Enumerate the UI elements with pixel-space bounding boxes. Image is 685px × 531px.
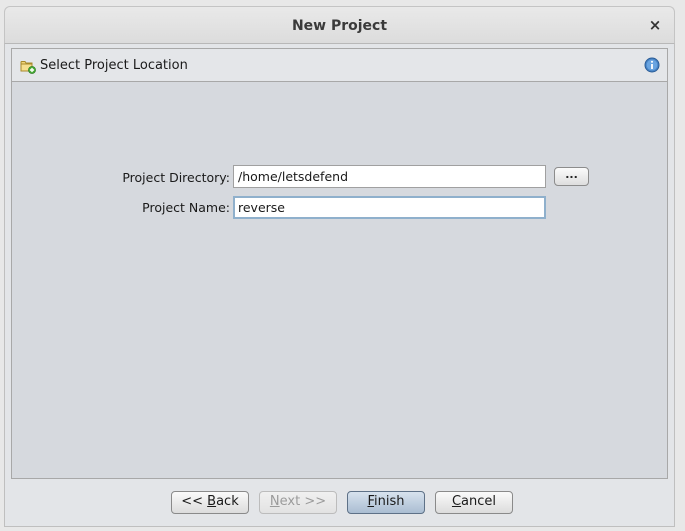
project-location-panel: Project Directory: /home/letsdefend ... …: [11, 82, 668, 479]
cancel-button[interactable]: Cancel: [435, 491, 513, 514]
next-button-rest: ext >>: [279, 494, 327, 509]
back-button-prefix: <<: [181, 494, 208, 509]
step-title: Select Project Location: [40, 58, 188, 73]
dialog-title: New Project: [291, 18, 388, 34]
new-project-dialog: New Project × Select Project Location Pr…: [0, 0, 685, 531]
project-name-field[interactable]: reverse: [233, 196, 546, 219]
next-button-mnemonic: N: [269, 494, 280, 509]
finish-button-rest: inish: [374, 494, 405, 509]
folder-new-icon: [20, 61, 36, 74]
project-directory-field[interactable]: /home/letsdefend: [233, 165, 546, 188]
step-header: Select Project Location: [11, 48, 668, 82]
back-button[interactable]: << Back: [171, 491, 249, 514]
finish-button[interactable]: Finish: [347, 491, 425, 514]
project-directory-label: Project Directory:: [122, 170, 230, 185]
project-name-label: Project Name:: [142, 200, 230, 215]
close-button[interactable]: ×: [646, 16, 664, 34]
title-bar[interactable]: New Project ×: [4, 6, 675, 44]
back-button-mnemonic: B: [207, 494, 217, 509]
next-button: Next >>: [259, 491, 337, 514]
cancel-button-mnemonic: C: [451, 494, 462, 509]
cancel-button-rest: ancel: [461, 494, 497, 509]
dialog-content: Select Project Location Project Director…: [4, 44, 675, 527]
browse-directory-button[interactable]: ...: [554, 167, 589, 186]
info-icon[interactable]: [644, 57, 660, 73]
back-button-rest: ack: [216, 494, 239, 509]
